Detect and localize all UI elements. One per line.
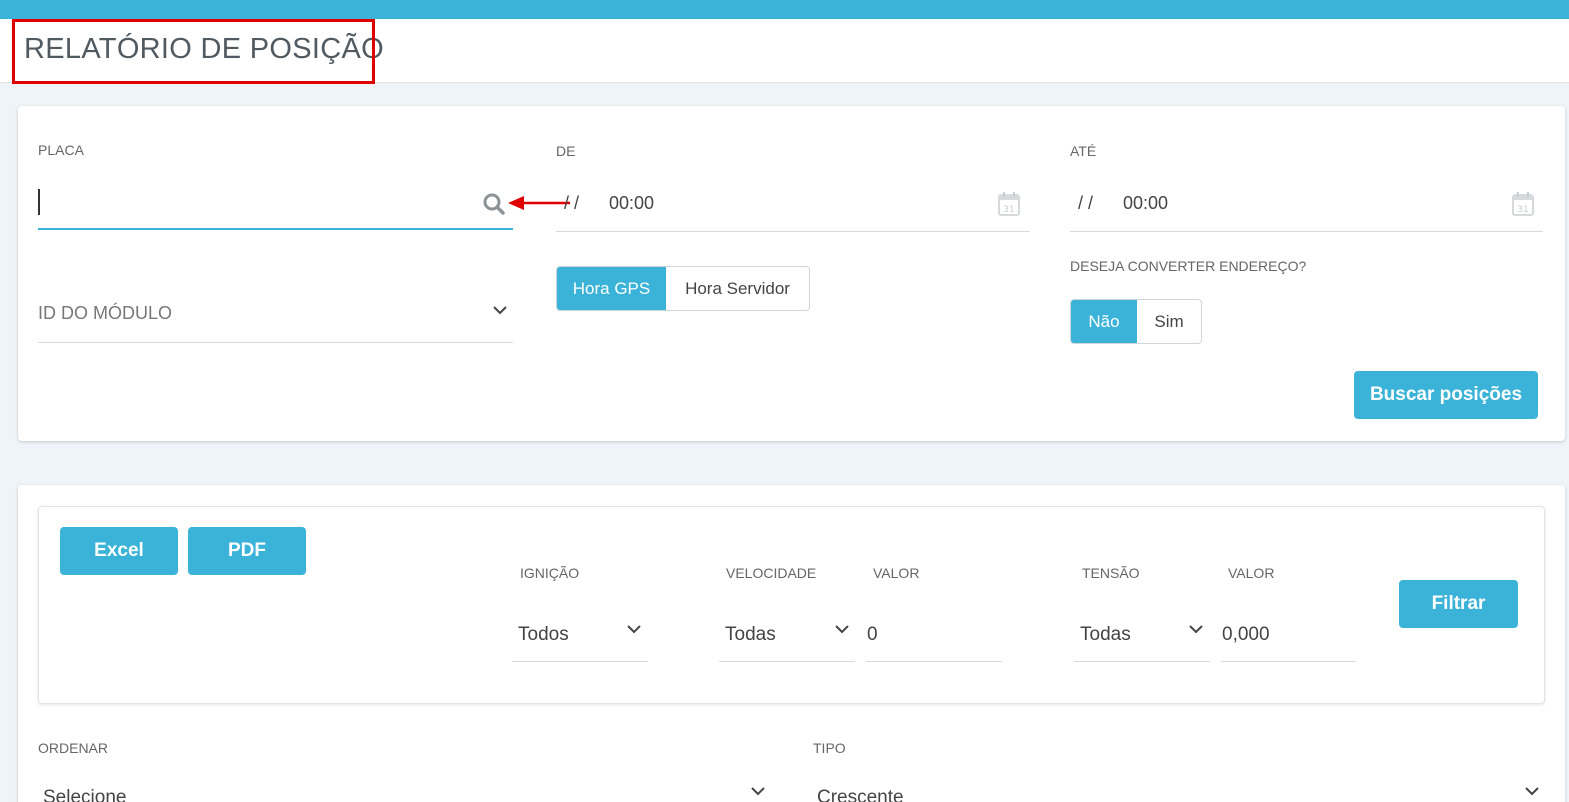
tensao-label: TENSÃO [1082,565,1140,581]
hora-servidor-option[interactable]: Hora Servidor [666,267,809,310]
ordenar-label: ORDENAR [38,740,109,756]
hora-gps-option[interactable]: Hora GPS [557,267,666,310]
velocidade-valor-label: VALOR [873,565,920,581]
tensao-valor-input[interactable]: 0,000 [1222,624,1270,646]
calendar-icon[interactable]: 31 [1512,192,1534,216]
tensao-valor-label: VALOR [1228,565,1275,581]
ate-time[interactable]: 00:00 [1123,193,1168,214]
tensao-valor-underline [1221,661,1356,662]
tensao-select[interactable]: Todas [1080,624,1131,646]
pdf-button[interactable]: PDF [188,527,306,575]
chevron-down-icon [1525,787,1539,796]
velocidade-valor-input[interactable]: 0 [867,624,878,646]
ordenar-select[interactable]: Selecione [43,787,126,802]
velocidade-underline [719,661,855,662]
velocidade-label: VELOCIDADE [726,565,817,581]
red-arrow-annotation [508,196,570,210]
search-icon[interactable] [482,192,506,216]
sim-option[interactable]: Sim [1137,300,1201,343]
chevron-down-icon [751,787,765,796]
de-label: DE [556,143,576,159]
top-bar [0,0,1569,19]
calendar-icon[interactable]: 31 [998,192,1020,216]
nao-option[interactable]: Não [1071,300,1137,343]
tipo-select[interactable]: Crescente [817,787,904,802]
de-time[interactable]: 00:00 [609,193,654,214]
placa-label: PLACA [38,142,84,158]
filtrar-button[interactable]: Filtrar [1399,580,1518,628]
velocidade-select[interactable]: Todas [725,624,776,646]
tipo-label: TIPO [813,740,846,756]
title-highlight-box [12,19,375,84]
chevron-down-icon [835,625,849,634]
chevron-down-icon [1189,625,1203,634]
svg-text:31: 31 [1003,205,1014,215]
de-underline [556,231,1030,232]
chevron-down-icon [627,625,641,634]
buscar-posicoes-button[interactable]: Buscar posições [1354,371,1538,419]
velocidade-valor-underline [866,661,1002,662]
converter-toggle: Não Sim [1070,299,1202,344]
ignicao-label: IGNIÇÃO [520,565,580,581]
hora-toggle: Hora GPS Hora Servidor [556,266,810,311]
modulo-select[interactable]: ID DO MÓDULO [38,303,172,324]
svg-text:31: 31 [1517,205,1528,215]
de-date[interactable]: / / [564,193,579,214]
ignicao-select[interactable]: Todos [518,624,569,646]
ate-underline [1070,231,1543,232]
placa-underline [38,228,513,230]
excel-button[interactable]: Excel [60,527,178,575]
ate-date[interactable]: / / [1078,193,1093,214]
placa-input[interactable] [38,180,478,224]
converter-label: DESEJA CONVERTER ENDEREÇO? [1070,258,1307,274]
chevron-down-icon [493,306,507,315]
tensao-underline [1074,661,1210,662]
ate-label: ATÉ [1070,143,1097,159]
ignicao-underline [512,661,648,662]
modulo-underline [38,342,513,343]
